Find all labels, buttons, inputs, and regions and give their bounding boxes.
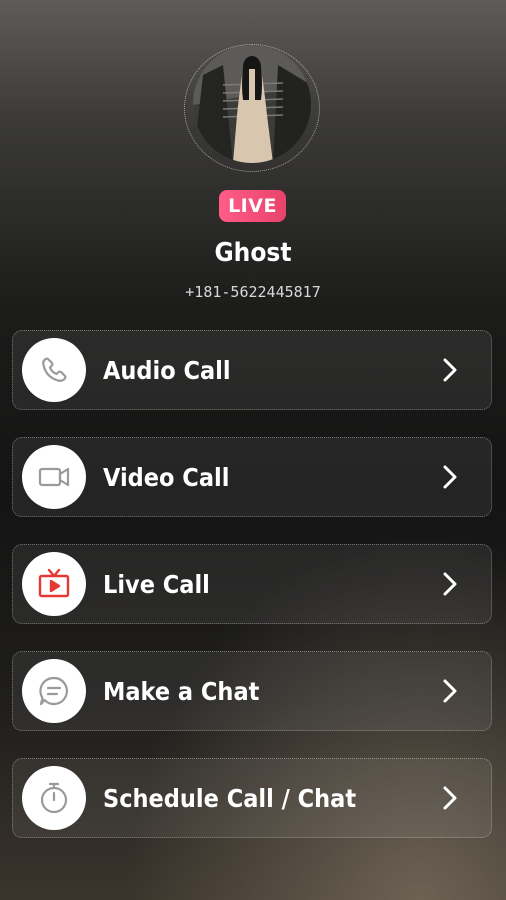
menu-label: Video Call xyxy=(103,462,230,492)
schedule-call-chat-button[interactable]: Schedule Call / Chat xyxy=(12,758,492,838)
chevron-right-icon xyxy=(443,465,457,489)
video-camera-icon xyxy=(22,445,86,509)
live-tv-icon xyxy=(22,552,86,616)
profile-name: Ghost xyxy=(214,238,292,268)
menu-label: Live Call xyxy=(103,569,210,599)
chat-bubble-icon xyxy=(22,659,86,723)
menu-label: Schedule Call / Chat xyxy=(103,783,357,813)
stopwatch-icon xyxy=(22,766,86,830)
live-call-button[interactable]: Live Call xyxy=(12,544,492,624)
make-chat-button[interactable]: Make a Chat xyxy=(12,651,492,731)
chevron-right-icon xyxy=(443,679,457,703)
chevron-right-icon xyxy=(443,786,457,810)
audio-call-button[interactable]: Audio Call xyxy=(12,330,492,410)
menu-label: Make a Chat xyxy=(103,676,260,706)
phone-number: +181-5622445817 xyxy=(185,283,321,301)
live-badge: LIVE xyxy=(219,190,286,222)
phone-icon xyxy=(22,338,86,402)
video-call-button[interactable]: Video Call xyxy=(12,437,492,517)
menu-label: Audio Call xyxy=(103,355,231,385)
chevron-right-icon xyxy=(443,358,457,382)
avatar xyxy=(193,45,311,163)
chevron-right-icon xyxy=(443,572,457,596)
